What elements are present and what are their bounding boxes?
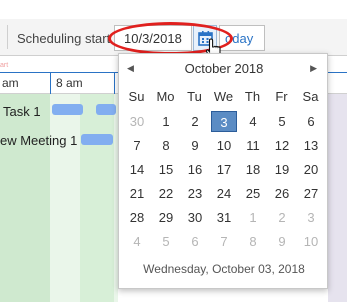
day-cell[interactable]: 5 xyxy=(153,231,179,252)
weekday-label: Th xyxy=(244,89,261,104)
day-cell[interactable]: 28 xyxy=(124,207,150,228)
day-cell[interactable]: 1 xyxy=(153,111,179,132)
day-cell[interactable]: 26 xyxy=(269,183,295,204)
day-cell[interactable]: 10 xyxy=(211,135,237,156)
day-cell[interactable]: 8 xyxy=(153,135,179,156)
weekday-label: Fr xyxy=(275,89,288,104)
day-cell[interactable]: 22 xyxy=(153,183,179,204)
day-cell[interactable]: 8 xyxy=(240,231,266,252)
day-cell[interactable]: 24 xyxy=(211,183,237,204)
day-cell[interactable]: 10 xyxy=(298,231,324,252)
toolbar-separator xyxy=(7,25,8,49)
task-label: ew Meeting 1 xyxy=(0,133,78,148)
day-cell[interactable]: 23 xyxy=(182,183,208,204)
weekday-label: Sa xyxy=(302,89,319,104)
day-cell[interactable]: 11 xyxy=(240,135,266,156)
month-title[interactable]: October 2018 xyxy=(119,61,329,76)
day-cell[interactable]: 27 xyxy=(298,183,324,204)
day-cell[interactable]: 25 xyxy=(240,183,266,204)
day-cell[interactable]: 3 xyxy=(298,207,324,228)
weekday-label: We xyxy=(213,89,234,104)
day-cell[interactable]: 18 xyxy=(240,159,266,180)
day-cell[interactable]: 6 xyxy=(182,231,208,252)
day-cell[interactable]: 30 xyxy=(124,111,150,132)
day-cell[interactable]: 1 xyxy=(240,207,266,228)
timeline-column xyxy=(80,94,114,302)
datepicker-popup: ◀ October 2018 ▶ Su Mo Tu We Th Fr Sa 30 1 2 3 4 5 6… xyxy=(118,53,328,289)
day-cell[interactable]: 4 xyxy=(240,111,266,132)
day-cell[interactable]: 31 xyxy=(211,207,237,228)
day-cell[interactable]: 16 xyxy=(182,159,208,180)
time-header-cell: am xyxy=(2,76,19,90)
day-cell[interactable]: 4 xyxy=(124,231,150,252)
time-tick xyxy=(50,72,51,94)
time-tick xyxy=(114,72,115,94)
weekday-label: Su xyxy=(128,89,145,104)
weekday-label: Mo xyxy=(156,89,175,104)
day-cell[interactable]: 30 xyxy=(182,207,208,228)
timeline-column xyxy=(50,94,80,302)
day-cell[interactable]: 20 xyxy=(298,159,324,180)
day-cell[interactable]: 2 xyxy=(182,111,208,132)
day-cell[interactable]: 5 xyxy=(269,111,295,132)
scheduling-start-label: Scheduling start xyxy=(17,31,111,46)
task-label: Task 1 xyxy=(3,104,41,119)
day-cell[interactable]: 9 xyxy=(269,231,295,252)
day-cell[interactable]: 29 xyxy=(153,207,179,228)
weekday-label: Tu xyxy=(187,89,202,104)
task-bar[interactable] xyxy=(96,104,116,115)
day-cell[interactable]: 13 xyxy=(298,135,324,156)
day-cell[interactable]: 6 xyxy=(298,111,324,132)
red-time-marker: art xyxy=(0,62,9,69)
day-cell[interactable]: 7 xyxy=(124,135,150,156)
day-cell[interactable]: 2 xyxy=(269,207,295,228)
day-cell[interactable]: 21 xyxy=(124,183,150,204)
day-cell[interactable]: 12 xyxy=(269,135,295,156)
time-header-cell: 8 am xyxy=(56,76,83,90)
timeline-column xyxy=(0,94,50,302)
next-month-button[interactable]: ▶ xyxy=(310,63,317,74)
day-cell[interactable]: 19 xyxy=(269,159,295,180)
selected-day-cell[interactable]: 3 xyxy=(211,111,237,132)
task-bar[interactable] xyxy=(81,134,113,145)
day-cell[interactable]: 9 xyxy=(182,135,208,156)
task-bar[interactable] xyxy=(52,104,83,115)
timeline-column xyxy=(328,94,347,302)
day-cell[interactable]: 14 xyxy=(124,159,150,180)
day-cell[interactable]: 7 xyxy=(211,231,237,252)
day-cell[interactable]: 17 xyxy=(211,159,237,180)
day-cell[interactable]: 15 xyxy=(153,159,179,180)
selected-date-footer[interactable]: Wednesday, October 03, 2018 xyxy=(119,262,329,276)
